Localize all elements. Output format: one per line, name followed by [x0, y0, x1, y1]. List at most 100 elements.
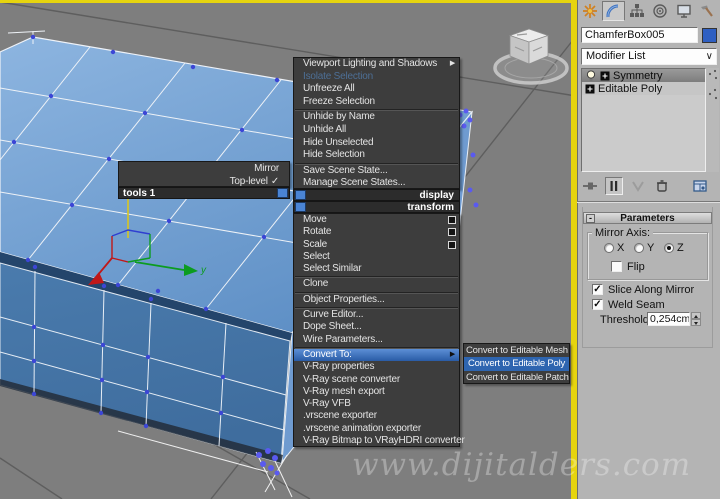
menu-item-hide-unselected[interactable]: Hide Unselected — [294, 137, 459, 150]
parameters-rollout-header[interactable]: - Parameters — [583, 212, 712, 224]
menu-item-rotate[interactable]: Rotate — [294, 226, 459, 238]
remove-modifier-button[interactable] — [653, 177, 671, 195]
flip-label[interactable]: Flip — [627, 261, 645, 273]
menu-item-dope-sheet[interactable]: Dope Sheet... — [294, 321, 459, 333]
modifier-list-dropdown[interactable]: Modifier List ∨ — [581, 48, 717, 65]
stack-resize-dots[interactable] — [706, 68, 719, 172]
plus-icon[interactable] — [600, 71, 610, 81]
tab-create[interactable] — [578, 1, 602, 21]
menu-item-unhide-by-name[interactable]: Unhide by Name — [294, 111, 459, 124]
slice-along-mirror-checkbox[interactable]: ✓ — [592, 284, 603, 295]
tab-modify[interactable] — [601, 1, 625, 21]
viewport-canvas[interactable]: y — [0, 0, 577, 499]
quad-title-display[interactable]: display — [293, 189, 460, 201]
submenu-arrow-icon: ▶ — [449, 350, 455, 358]
create-icon — [582, 4, 597, 18]
menu-item-save-scene-state[interactable]: Save Scene State... — [294, 165, 459, 178]
spinner-down-button[interactable] — [691, 319, 701, 326]
axis-x-radio[interactable] — [604, 243, 614, 253]
y-axis-label: y — [200, 265, 207, 276]
panel-divider — [577, 201, 720, 203]
menu-item-convert-editable-poly[interactable]: Convert to Editable Poly — [464, 357, 569, 371]
menu-item-vray-vfb[interactable]: V-Ray VFB — [294, 398, 459, 410]
quad-display-menu: Viewport Lighting and Shadows ▶ Isolate S… — [293, 57, 460, 189]
weld-seam-label[interactable]: Weld Seam — [608, 299, 665, 311]
utilities-icon — [701, 5, 714, 17]
configure-modifier-sets-button[interactable] — [691, 177, 709, 195]
chevron-down-icon[interactable]: ∨ — [706, 49, 713, 64]
threshold-spinner — [691, 312, 701, 326]
quad-title-transform[interactable]: transform — [293, 201, 460, 213]
menu-item-select-similar[interactable]: Select Similar — [294, 263, 459, 275]
menu-item-wire-parameters[interactable]: Wire Parameters... — [294, 334, 459, 346]
show-end-result-button[interactable] — [605, 176, 623, 195]
menu-item-vrscene-animation-exporter[interactable]: .vrscene animation exporter — [294, 423, 459, 435]
menu-item-clone[interactable]: Clone — [294, 278, 459, 290]
settings-box-icon[interactable] — [448, 228, 456, 237]
axis-x-label[interactable]: X — [617, 242, 624, 254]
axis-z-label[interactable]: Z — [677, 242, 684, 254]
make-unique-icon — [632, 180, 644, 192]
command-panel-tabs — [578, 1, 719, 22]
tab-display[interactable] — [672, 1, 696, 21]
menu-item-vray-bitmap-converter[interactable]: V-Ray Bitmap to VRayHDRI converter — [294, 435, 465, 447]
plus-icon[interactable] — [585, 84, 595, 94]
menu-item-move[interactable]: Move — [294, 214, 459, 226]
lightbulb-icon[interactable] — [585, 69, 597, 82]
quad-title-tools[interactable]: tools 1 — [118, 187, 290, 199]
menu-item-unhide-all[interactable]: Unhide All — [294, 124, 459, 137]
menu-item-scale[interactable]: Scale — [294, 239, 459, 251]
menu-item-convert-to[interactable]: Convert To: ▶ — [294, 348, 459, 362]
threshold-label: Threshold: — [600, 314, 652, 326]
modifier-stack: Symmetry Editable Poly — [581, 68, 706, 172]
menu-item-mirror[interactable]: Mirror — [119, 162, 289, 175]
trash-icon — [657, 179, 667, 192]
tab-motion[interactable] — [649, 1, 673, 21]
menu-item-convert-editable-mesh[interactable]: Convert to Editable Mesh — [464, 344, 569, 357]
menu-item-freeze-selection[interactable]: Freeze Selection — [294, 96, 459, 109]
quad-corner-square — [295, 202, 306, 212]
settings-box-icon[interactable] — [448, 216, 456, 224]
mirror-axis-groupbox — [587, 232, 708, 280]
pin-stack-button[interactable] — [581, 177, 599, 195]
menu-item-hide-selection[interactable]: Hide Selection — [294, 149, 459, 162]
modifier-row-symmetry[interactable]: Symmetry — [582, 69, 705, 82]
rollout-title: Parameters — [620, 213, 675, 224]
object-color-swatch[interactable] — [702, 28, 717, 43]
quad-tools-menu: Mirror Top-level ✓ — [118, 161, 290, 187]
settings-box-icon[interactable] — [448, 240, 456, 249]
menu-item-convert-editable-patch[interactable]: Convert to Editable Patch — [464, 371, 569, 384]
modify-icon — [606, 4, 619, 18]
menu-item-curve-editor[interactable]: Curve Editor... — [294, 309, 459, 321]
make-unique-button[interactable] — [629, 177, 647, 195]
slice-along-mirror-label[interactable]: Slice Along Mirror — [608, 284, 694, 296]
menu-item-isolate-selection: Isolate Selection — [303, 70, 373, 82]
collapse-icon[interactable]: - — [586, 214, 595, 223]
weld-seam-checkbox[interactable]: ✓ — [592, 299, 603, 310]
axis-z-radio[interactable] — [664, 243, 674, 253]
menu-item-vrscene-exporter[interactable]: .vrscene exporter — [294, 410, 459, 422]
modifier-row-editable-poly[interactable]: Editable Poly — [582, 82, 705, 95]
menu-item-viewport-lighting[interactable]: Viewport Lighting and Shadows ▶ — [294, 58, 459, 71]
tab-utilities[interactable] — [696, 1, 720, 21]
axis-y-label[interactable]: Y — [647, 242, 654, 254]
tab-hierarchy[interactable] — [625, 1, 649, 21]
menu-item-vray-mesh-export[interactable]: V-Ray mesh export — [294, 386, 459, 398]
menu-item-object-properties[interactable]: Object Properties... — [294, 294, 459, 306]
object-name-input[interactable] — [581, 27, 698, 43]
motion-icon — [653, 4, 667, 18]
axis-y-radio[interactable] — [634, 243, 644, 253]
menu-item-select[interactable]: Select — [294, 251, 459, 263]
menu-item-vray-scene-converter[interactable]: V-Ray scene converter — [294, 374, 459, 386]
menu-item-unfreeze-all[interactable]: Unfreeze All — [294, 83, 459, 96]
display-icon — [677, 4, 691, 18]
hierarchy-icon — [629, 4, 644, 17]
flip-checkbox[interactable] — [611, 261, 622, 272]
menu-item-vray-properties[interactable]: V-Ray properties — [294, 361, 459, 373]
check-icon: ✓ — [270, 176, 279, 187]
modifier-list-label: Modifier List — [586, 50, 646, 62]
spinner-up-button[interactable] — [691, 312, 701, 319]
threshold-input[interactable] — [647, 312, 690, 326]
pin-icon — [583, 182, 597, 189]
submenu-arrow-icon: ▶ — [449, 60, 455, 67]
